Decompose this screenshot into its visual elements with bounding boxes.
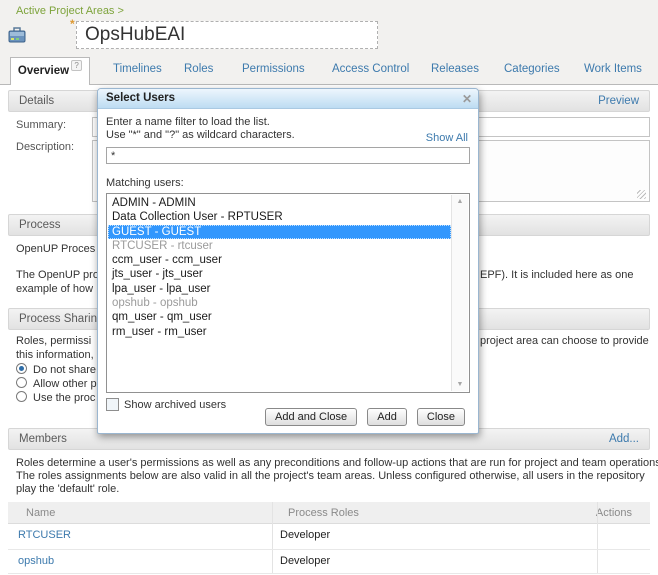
process-desc-line1-right: EPF). It is included here as one [480, 269, 633, 281]
list-item-rm-user[interactable]: rm_user - rm_user [108, 325, 451, 339]
member-role: Developer [280, 555, 330, 567]
required-marker: * [70, 17, 75, 31]
members-desc-line1: Roles determine a user's permissions as … [16, 457, 658, 469]
list-scrollbar[interactable]: ▲ ▼ [451, 195, 468, 391]
filter-hint-line2: Use "*" and "?" as wildcard characters. [106, 129, 295, 141]
scrollbar-up-icon[interactable]: ▲ [452, 198, 468, 205]
process-sharing-section-title: Process Sharin [19, 313, 97, 325]
radio-use-process[interactable] [16, 391, 27, 402]
project-area-icon [8, 27, 26, 47]
list-item-lpa-user[interactable]: lpa_user - lpa_user [108, 282, 451, 296]
matching-users-listbox: ADMIN - ADMIN Data Collection User - RPT… [106, 193, 470, 393]
show-archived-label[interactable]: Show archived users [124, 399, 226, 411]
table-row: opshub Developer [8, 550, 650, 574]
details-section-title: Details [19, 95, 54, 107]
dialog-title: Select Users [106, 92, 175, 104]
radio-use-process-label[interactable]: Use the proc [33, 392, 95, 404]
process-desc-line1-left: The OpenUP pro [16, 269, 99, 281]
sharing-desc-line1-right: project area can choose to provide [480, 335, 649, 347]
name-filter-input[interactable] [106, 147, 470, 164]
list-item-jts-user[interactable]: jts_user - jts_user [108, 267, 451, 281]
list-item-qm-user[interactable]: qm_user - qm_user [108, 310, 451, 324]
tab-categories[interactable]: Categories [504, 63, 560, 75]
matching-users-label: Matching users: [106, 177, 184, 189]
list-item-rptuser[interactable]: Data Collection User - RPTUSER [108, 210, 451, 224]
members-desc-line3: play the 'default' role. [16, 483, 119, 495]
radio-allow-other-label[interactable]: Allow other p [33, 378, 97, 390]
description-label: Description: [16, 141, 74, 153]
members-table-header: Name Process Roles Actions [8, 502, 650, 524]
scrollbar-down-icon[interactable]: ▼ [452, 381, 468, 388]
tab-timelines[interactable]: Timelines [113, 63, 162, 75]
tab-roles[interactable]: Roles [184, 63, 213, 75]
radio-do-not-share[interactable] [16, 363, 27, 374]
tab-overview[interactable]: Overview? [10, 57, 90, 85]
breadcrumb[interactable]: Active Project Areas > [16, 5, 124, 17]
table-bottom-divider [8, 573, 650, 574]
tab-work-items[interactable]: Work Items [584, 63, 642, 75]
filter-hint-line1: Enter a name filter to load the list. [106, 116, 270, 128]
resize-handle-icon[interactable] [637, 190, 646, 199]
show-all-link[interactable]: Show All [426, 132, 468, 144]
dialog-buttons: Add and Close Add Close [258, 408, 465, 426]
close-icon[interactable]: ✕ [462, 91, 472, 107]
sharing-desc-line1-left: Roles, permissi [16, 335, 91, 347]
sharing-desc-line2-left: this information, [16, 349, 94, 361]
add-button[interactable]: Add [367, 408, 407, 426]
tab-permissions[interactable]: Permissions [242, 63, 305, 75]
column-name: Name [26, 502, 55, 524]
tab-access-control[interactable]: Access Control [332, 63, 409, 75]
add-and-close-button[interactable]: Add and Close [265, 408, 357, 426]
list-item-ccm-user[interactable]: ccm_user - ccm_user [108, 253, 451, 267]
close-button[interactable]: Close [417, 408, 465, 426]
add-member-link[interactable]: Add... [609, 429, 639, 449]
process-desc-line2-left: example of how [16, 283, 93, 295]
process-name: OpenUP Proces [16, 243, 95, 255]
summary-label: Summary: [16, 119, 66, 131]
project-name-field[interactable]: OpsHubEAI [76, 21, 378, 49]
member-link-rtcuser[interactable]: RTCUSER [18, 529, 71, 541]
column-process-roles: Process Roles [288, 502, 359, 524]
members-desc-line2: The roles assignments below are also val… [16, 470, 645, 482]
preview-link[interactable]: Preview [598, 91, 639, 111]
help-icon[interactable]: ? [71, 60, 82, 71]
column-actions: Actions [596, 502, 632, 524]
member-link-opshub[interactable]: opshub [18, 555, 54, 567]
user-list: ADMIN - ADMIN Data Collection User - RPT… [108, 195, 451, 391]
list-item-rtcuser[interactable]: RTCUSER - rtcuser [108, 239, 451, 253]
list-item-admin[interactable]: ADMIN - ADMIN [108, 196, 451, 210]
radio-allow-other[interactable] [16, 377, 27, 388]
list-item-guest[interactable]: GUEST - GUEST [108, 225, 451, 239]
select-users-dialog: Select Users ✕ Enter a name filter to lo… [97, 88, 479, 434]
process-section-title: Process [19, 219, 61, 231]
tab-releases[interactable]: Releases [431, 63, 479, 75]
members-section-title: Members [19, 433, 67, 445]
list-item-opshub[interactable]: opshub - opshub [108, 296, 451, 310]
member-role: Developer [280, 529, 330, 541]
show-archived-checkbox[interactable] [106, 398, 119, 411]
dialog-titlebar[interactable]: Select Users ✕ [98, 89, 478, 109]
table-row: RTCUSER Developer [8, 524, 650, 549]
radio-do-not-share-label[interactable]: Do not share [33, 364, 96, 376]
